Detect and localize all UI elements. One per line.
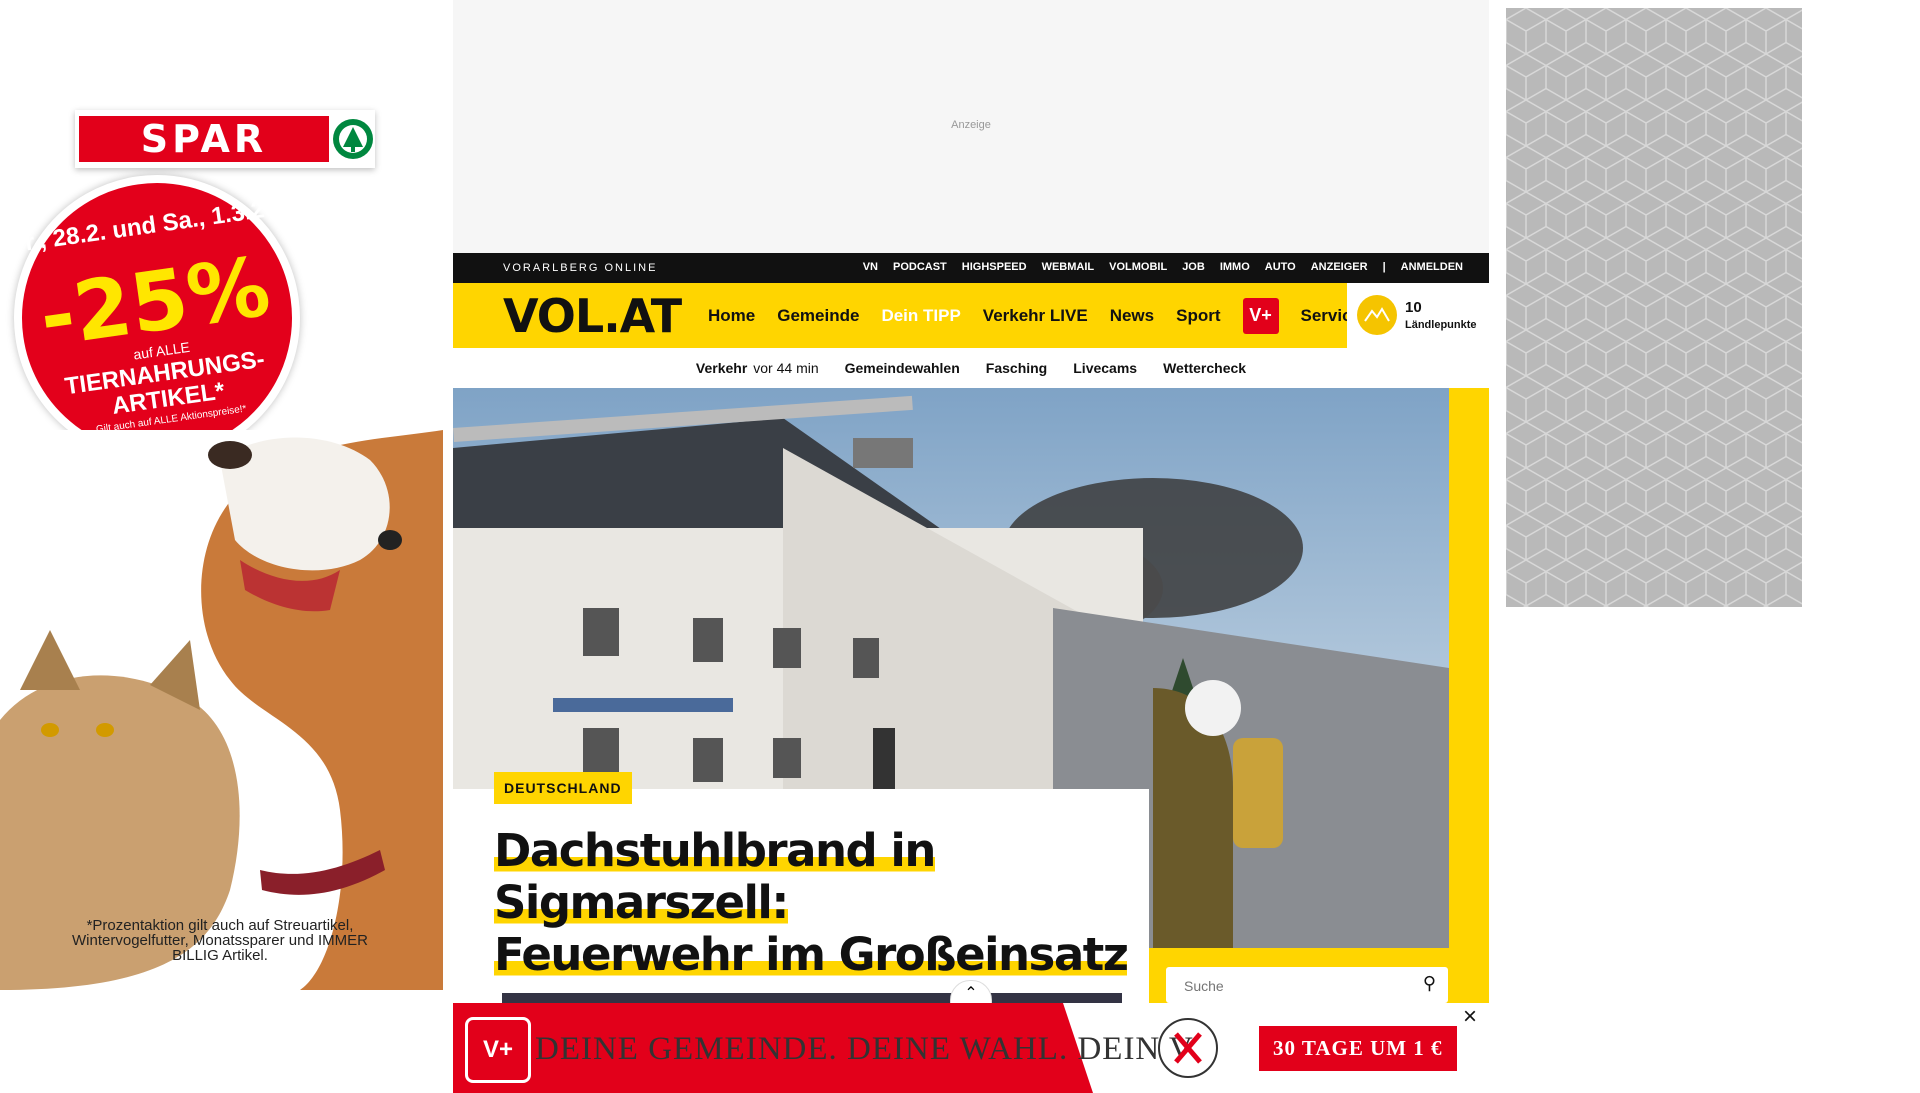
subnav-wettercheck[interactable]: Wettercheck	[1163, 360, 1246, 376]
sub-navigation: Verkehr vor 44 min Gemeindewahlen Faschin…	[453, 348, 1489, 388]
points-widget[interactable]: 10 Ländlepunkte	[1347, 283, 1489, 348]
link-immo[interactable]: IMMO	[1220, 261, 1250, 273]
nav-dein-tipp[interactable]: Dein TIPP	[881, 306, 960, 326]
sidebar-accent	[1449, 388, 1489, 1003]
nav-verkehr-live[interactable]: Verkehr LIVE	[983, 306, 1088, 326]
link-anzeiger[interactable]: ANZEIGER	[1311, 261, 1368, 273]
link-auto[interactable]: AUTO	[1265, 261, 1296, 273]
spar-logo: SPAR	[75, 110, 375, 168]
top-utility-bar: VORARLBERG ONLINE VN PODCAST HIGHSPEED W…	[453, 253, 1489, 283]
nav-gemeinde[interactable]: Gemeinde	[777, 306, 859, 326]
link-highspeed[interactable]: HIGHSPEED	[962, 261, 1027, 273]
nav-items: Home Gemeinde Dein TIPP Verkehr LIVE New…	[708, 283, 1361, 348]
pets-photo	[0, 430, 443, 990]
points-value: 10	[1405, 299, 1422, 316]
ad-label: Anzeige	[951, 119, 991, 131]
search-icon[interactable]: ⚲	[1423, 973, 1436, 994]
subscribe-cta-button[interactable]: 30 TAGE UM 1 €	[1259, 1026, 1457, 1071]
site-logo[interactable]: VOL.AT	[503, 289, 682, 343]
nav-news[interactable]: News	[1110, 306, 1154, 326]
spar-advertisement[interactable]: SPAR Fr., 28.2. und Sa., 1.3.25 -25% auf…	[0, 0, 443, 990]
right-ad-skyscraper[interactable]	[1506, 8, 1802, 607]
subnav-verkehr-time: vor 44 min	[753, 360, 819, 376]
next-article-thumbnail[interactable]	[502, 993, 1122, 1003]
close-icon[interactable]: ×	[1463, 1003, 1477, 1031]
utility-links: VN PODCAST HIGHSPEED WEBMAIL VOLMOBIL JO…	[863, 261, 1463, 273]
headline-line-1: Dachstuhlbrand in Sigmarszell:	[494, 824, 936, 929]
brand-tagline: VORARLBERG ONLINE	[503, 262, 658, 274]
search-box: ⚲	[1166, 967, 1448, 1003]
main-navigation: VOL.AT Home Gemeinde Dein TIPP Verkehr L…	[453, 283, 1489, 348]
link-podcast[interactable]: PODCAST	[893, 261, 947, 273]
search-input[interactable]	[1182, 977, 1406, 995]
headline-line-2: Feuerwehr im Großeinsatz	[494, 928, 1129, 981]
hexagon-pattern	[1506, 8, 1802, 607]
subnav-fasching[interactable]: Fasching	[986, 360, 1047, 376]
subnav-verkehr[interactable]: Verkehr vor 44 min	[696, 360, 819, 376]
crossed-circle-icon	[1158, 1018, 1218, 1078]
top-ad-banner[interactable]: Anzeige	[453, 0, 1489, 253]
link-vn[interactable]: VN	[863, 261, 878, 273]
vplus-button[interactable]: V+	[1242, 297, 1279, 334]
points-label: Ländlepunkte	[1405, 319, 1477, 331]
link-webmail[interactable]: WEBMAIL	[1042, 261, 1095, 273]
sticky-ad-text: DEINE GEMEINDE. DEINE WAHL. DEIN V	[535, 1031, 1194, 1067]
link-separator: |	[1382, 261, 1386, 273]
spar-tree-icon	[333, 119, 373, 159]
ad-footnote: *Prozentaktion gilt auch auf Streuartike…	[72, 917, 368, 964]
link-volmobil[interactable]: VOLMOBIL	[1109, 261, 1167, 273]
mountain-coin-icon	[1357, 295, 1397, 335]
article-headline[interactable]: Dachstuhlbrand in Sigmarszell: Feuerwehr…	[494, 824, 1134, 981]
subnav-verkehr-label: Verkehr	[695, 360, 748, 376]
nav-home[interactable]: Home	[708, 306, 755, 326]
vplus-logo: V+	[465, 1017, 531, 1083]
sticky-bottom-ad[interactable]: V+ DEINE GEMEINDE. DEINE WAHL. DEIN V 30…	[453, 1003, 1489, 1093]
link-anmelden[interactable]: ANMELDEN	[1401, 261, 1463, 273]
nav-sport[interactable]: Sport	[1176, 306, 1220, 326]
subnav-gemeindewahlen[interactable]: Gemeindewahlen	[845, 360, 960, 376]
link-job[interactable]: JOB	[1182, 261, 1205, 273]
spar-wordmark: SPAR	[79, 116, 329, 162]
chevron-up-icon: ⌃	[964, 985, 978, 1002]
subnav-livecams[interactable]: Livecams	[1073, 360, 1137, 376]
category-tag[interactable]: DEUTSCHLAND	[494, 772, 632, 804]
